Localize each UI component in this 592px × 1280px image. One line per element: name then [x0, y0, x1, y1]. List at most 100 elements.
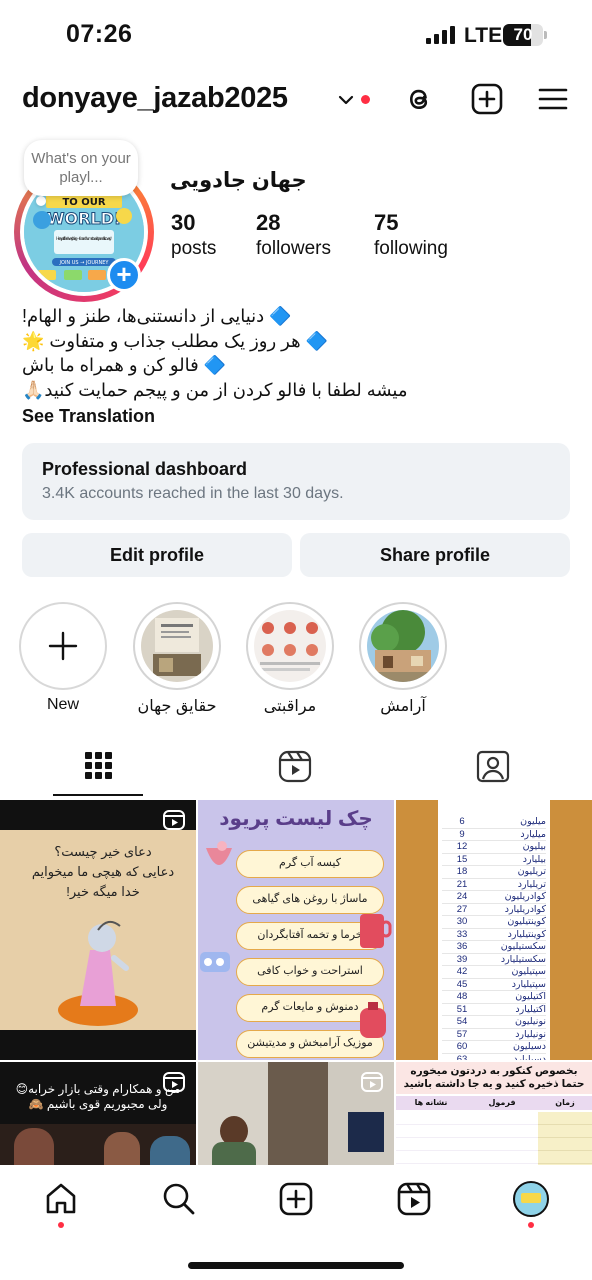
number-row: 9 میلیارد [442, 828, 546, 841]
edit-profile-button[interactable]: Edit profile [22, 533, 292, 577]
post-tile[interactable]: چک لیست پریود کیسه آب گرم ماساژ با روغن ه… [198, 800, 394, 1060]
power-value: 27 [456, 903, 468, 915]
share-profile-button[interactable]: Share profile [300, 533, 570, 577]
highlight-new[interactable]: New [18, 602, 108, 714]
number-row: 21 تریلیارد [442, 878, 546, 891]
mug-illustration [360, 914, 392, 948]
number-name: سپتیلیارد [511, 978, 546, 990]
power-value: 48 [456, 991, 468, 1002]
number-name: کوینتیلیارد [507, 928, 546, 940]
power-value: 33 [456, 928, 468, 940]
username-switcher[interactable]: donyaye_jazab2025 [22, 82, 288, 115]
post-tile[interactable] [198, 1062, 394, 1165]
post-text: حتما ذخیره کنید و یه جا داشته باشید [403, 1078, 585, 1090]
posts-stat[interactable]: 30 posts [171, 210, 216, 260]
power-value: 15 [456, 853, 468, 865]
highlight-calm[interactable]: آرامش [358, 602, 448, 716]
status-bar: 07:26 LTE 70 [0, 0, 592, 70]
number-row: 63 دسیلیارد [442, 1054, 546, 1061]
display-name: جهان جادویی [170, 169, 307, 192]
highlight-label: حقایق جهان [137, 698, 217, 715]
number-name: کوادریلیارد [504, 903, 546, 915]
number-name: سکستیلیارد [500, 953, 546, 965]
number-row: 27 کوادریلیارد [442, 903, 546, 916]
profile-nav-avatar[interactable] [513, 1181, 549, 1217]
power-value: 18 [456, 866, 468, 877]
create-post-icon[interactable] [470, 82, 504, 116]
highlight-care[interactable]: مراقبتی [245, 602, 335, 716]
profile-header: donyaye_jazab2025 [0, 76, 592, 126]
number-name: تریلیون [517, 866, 546, 877]
note-tail [36, 196, 46, 206]
number-row: 6 میلیون [442, 816, 546, 829]
power-value: 6 [459, 816, 465, 827]
following-stat[interactable]: 75 following [374, 210, 448, 260]
table-header: فرمول [488, 1098, 516, 1107]
followers-stat[interactable]: 28 followers [256, 210, 331, 260]
number-row: 15 بیلیارد [442, 853, 546, 866]
profile-tabs [0, 744, 592, 800]
post-text: دعایی که هیچی ما میخوایم [31, 864, 175, 879]
number-row: 39 سکستیلیارد [442, 953, 546, 966]
add-story-button[interactable]: + [107, 258, 141, 292]
followers-label: followers [256, 238, 331, 259]
power-value: 57 [456, 1028, 468, 1040]
power-value: 51 [456, 1003, 468, 1015]
power-value: 12 [456, 841, 468, 852]
dashboard-title: Professional dashboard [42, 459, 248, 479]
post-tile[interactable]: 6 میلیون 9 میلیارد 12 بیلیون 15 بیلیارد 18 تریلیو… [396, 800, 592, 1060]
highlight-facts[interactable]: حقایق جهان [132, 602, 222, 716]
number-name: میلیارد [520, 828, 546, 840]
highlight-label: New [46, 696, 79, 713]
reels-icon[interactable] [275, 744, 315, 788]
note-bubble[interactable]: What's on your playl... [24, 140, 138, 196]
reels-nav-icon[interactable] [396, 1181, 432, 1217]
highlight-cover [254, 610, 326, 682]
post-tile[interactable]: من و همکارام وقتی بازار خرابه😊 ولی مجبور… [0, 1062, 196, 1165]
number-name: دسیلیون [513, 1041, 546, 1052]
search-icon[interactable] [161, 1181, 197, 1217]
power-value: 30 [456, 916, 468, 927]
reel-badge-icon [361, 1072, 383, 1092]
number-name: بیلیون [522, 841, 546, 852]
reel-badge-icon [163, 1072, 185, 1092]
posts-label: posts [171, 238, 217, 259]
threads-icon[interactable] [403, 82, 437, 116]
praying-man-illustration [58, 920, 138, 1026]
create-icon[interactable] [278, 1181, 314, 1217]
highlight-label: آرامش [380, 698, 426, 715]
power-value: 39 [456, 953, 468, 965]
tagged-icon[interactable] [473, 744, 513, 788]
number-row: 45 سپتیلیارد [442, 978, 546, 991]
number-name: اکتیلیون [515, 991, 546, 1002]
power-value: 63 [456, 1053, 468, 1061]
number-row: 18 تریلیون [442, 866, 546, 879]
bio: 🔷 دنیایی از دانستنی‌ها، طنز و الهام! 🔷 ه… [22, 304, 562, 402]
power-value: 42 [456, 966, 468, 977]
number-row: 42 سپتیلیون [442, 966, 546, 979]
number-row: 24 کوادریلیون [442, 891, 546, 904]
grid-icon[interactable] [78, 744, 118, 788]
power-value: 36 [456, 941, 468, 952]
number-name: تریلیارد [517, 878, 546, 890]
power-value: 45 [456, 978, 468, 990]
number-row: 36 سکستیلیون [442, 941, 546, 954]
battery-percent: 70 [513, 25, 533, 44]
post-tile[interactable]: بخصوص کنکور به دردتون میخوره حتما ذخیره … [396, 1062, 592, 1165]
post-text: خدا میگه خیر! [66, 884, 140, 899]
status-time: 07:26 [66, 20, 133, 48]
network-type: LTE [464, 24, 503, 47]
menu-icon[interactable] [536, 82, 570, 116]
reel-badge-icon [163, 810, 185, 830]
battery-icon: 70 [503, 24, 547, 46]
professional-dashboard[interactable]: Professional dashboard 3.4K accounts rea… [22, 443, 570, 520]
post-tile[interactable]: دعای خیر چیست؟ دعایی که هیچی ما میخوایم … [0, 800, 196, 1060]
home-icon[interactable] [43, 1181, 79, 1217]
bio-line: 🔷 هر روز یک مطلب جذاب و متفاوت 🌟 [22, 330, 329, 351]
number-name: اکتیلیارد [515, 1003, 546, 1015]
chevron-down-icon[interactable] [336, 90, 356, 110]
bio-line: 🔷 فالو کن و همراه ما باش [22, 355, 227, 375]
following-count: 75 [374, 210, 399, 235]
number-row: 51 اکتیلیارد [442, 1003, 546, 1016]
see-translation-link[interactable]: See Translation [22, 406, 155, 427]
